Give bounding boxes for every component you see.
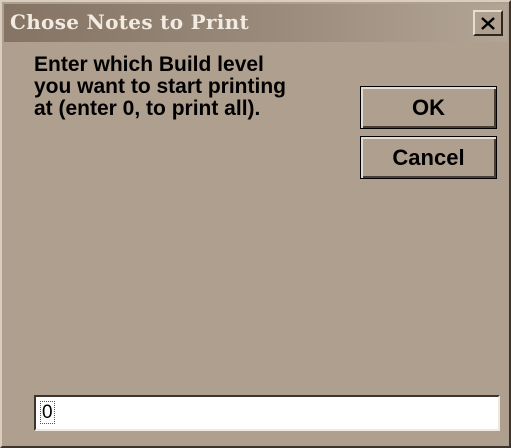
prompt-text: Enter which Build level you want to star… xyxy=(34,54,334,120)
close-icon xyxy=(481,16,495,30)
prompt-line-2: you want to start printing xyxy=(34,75,286,98)
ok-button[interactable]: OK xyxy=(360,86,497,129)
build-level-input[interactable]: 0 xyxy=(34,395,500,431)
cancel-button[interactable]: Cancel xyxy=(360,136,497,179)
chose-notes-dialog: Chose Notes to Print Enter which Build l… xyxy=(0,0,511,448)
prompt-line-1: Enter which Build level xyxy=(34,53,264,76)
window-title: Chose Notes to Print xyxy=(10,10,250,34)
prompt-line-3: at (enter 0, to print all). xyxy=(34,97,261,120)
close-button[interactable] xyxy=(473,10,503,36)
title-bar[interactable]: Chose Notes to Print xyxy=(4,4,507,42)
build-level-value: 0 xyxy=(40,401,55,424)
